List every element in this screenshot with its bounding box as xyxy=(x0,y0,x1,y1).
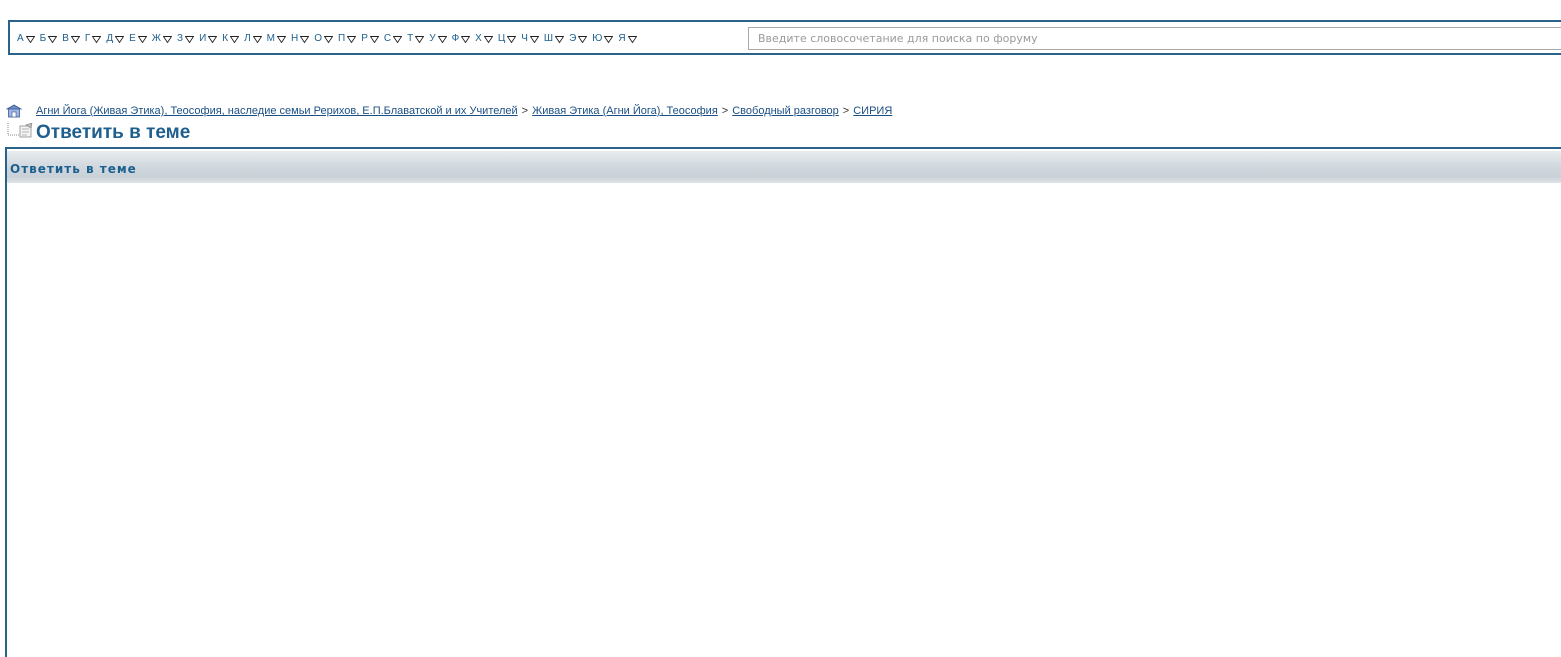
alphabet-letter-item[interactable]: П xyxy=(338,33,357,44)
triangle-down-icon xyxy=(415,35,425,43)
breadcrumb-separator: > xyxy=(721,105,729,117)
alphabet-search-bar: АБВГДЕЖЗИКЛМНОПРСТУФХЦЧШЭЮЯ xyxy=(8,20,1561,55)
alphabet-letter-item[interactable]: Б xyxy=(40,34,58,44)
alphabet-letter-item[interactable]: Ж xyxy=(151,33,173,44)
alphabet-letter: П xyxy=(338,33,346,44)
alphabet-letter-item[interactable]: К xyxy=(222,33,240,44)
alphabet-letter-item[interactable]: А xyxy=(17,34,35,44)
alphabet-letter: Ч xyxy=(521,33,528,44)
alphabet-letter: Р xyxy=(361,33,368,44)
page-title-row: Ответить в теме xyxy=(6,121,190,145)
triangle-down-icon xyxy=(276,35,286,43)
alphabet-letter-item[interactable]: Р xyxy=(361,34,379,44)
triangle-down-icon xyxy=(48,35,58,43)
reply-panel-title: Ответить в теме xyxy=(10,162,137,176)
triangle-down-icon xyxy=(483,35,493,43)
breadcrumb-topic[interactable]: СИРИЯ xyxy=(853,105,892,117)
triangle-down-icon xyxy=(507,35,517,43)
alphabet-letter: Н xyxy=(290,33,299,44)
alphabet-letter-item[interactable]: М xyxy=(267,34,286,44)
breadcrumb-category[interactable]: Живая Этика (Агни Йога), Теософия xyxy=(532,105,718,117)
alphabet-letter: Э xyxy=(569,33,577,44)
forum-search-input[interactable] xyxy=(748,27,1561,50)
alphabet-letter-item[interactable]: Я xyxy=(618,33,637,44)
alphabet-letter-item[interactable]: З xyxy=(177,33,195,44)
alphabet-letter: Я xyxy=(618,33,626,44)
reply-panel: Ответить в теме xyxy=(5,147,1561,657)
alphabet-letter: И xyxy=(199,33,207,44)
triangle-down-icon xyxy=(25,35,35,43)
alphabet-letter-item[interactable]: Ц xyxy=(497,33,517,44)
triangle-down-icon xyxy=(115,35,125,43)
breadcrumb-subforum[interactable]: Свободный разговор xyxy=(732,105,839,117)
alphabet-letter: Т xyxy=(407,33,414,44)
tree-branch-reply-icon xyxy=(7,123,33,138)
alphabet-letter: З xyxy=(177,33,184,44)
alphabet-letter-item[interactable]: Д xyxy=(106,33,125,44)
triangle-down-icon xyxy=(393,35,403,43)
triangle-down-icon xyxy=(300,35,310,43)
alphabet-letter: Г xyxy=(84,33,91,44)
breadcrumb-separator: > xyxy=(521,105,529,117)
breadcrumb-forum-root[interactable]: Агни Йога (Живая Этика), Теософия, насле… xyxy=(36,105,518,117)
forum-home-icon[interactable] xyxy=(6,104,22,118)
alphabet-letter-item[interactable]: Т xyxy=(407,33,425,44)
alphabet-letter-item[interactable]: Ю xyxy=(592,33,614,44)
triangle-down-icon xyxy=(185,35,195,43)
alphabet-letter: Ю xyxy=(592,33,603,44)
alphabet-letter: Л xyxy=(244,33,251,44)
triangle-down-icon xyxy=(604,35,614,43)
alphabet-letter: А xyxy=(17,33,24,44)
reply-panel-header: Ответить в теме xyxy=(7,151,1561,183)
breadcrumb-separator: > xyxy=(842,105,850,117)
triangle-down-icon xyxy=(369,35,379,43)
triangle-down-icon xyxy=(70,35,80,43)
alphabet-letter: Ж xyxy=(151,33,162,44)
alphabet-letter-item[interactable]: У xyxy=(429,33,447,44)
alphabet-letter: Б xyxy=(39,33,47,44)
triangle-down-icon xyxy=(461,35,471,43)
triangle-down-icon xyxy=(437,35,447,43)
alphabet-letter-item[interactable]: И xyxy=(199,33,218,44)
triangle-down-icon xyxy=(137,35,147,43)
triangle-down-icon xyxy=(208,35,218,43)
triangle-down-icon xyxy=(578,35,588,43)
alphabet-letter-item[interactable]: Ш xyxy=(543,33,565,44)
alphabet-letter: У xyxy=(429,33,436,44)
alphabet-letter-item[interactable]: Л xyxy=(244,34,262,44)
alphabet-index: АБВГДЕЖЗИКЛМНОПРСТУФХЦЧШЭЮЯ xyxy=(17,32,642,46)
alphabet-letter: В xyxy=(62,33,69,44)
alphabet-letter-item[interactable]: О xyxy=(314,34,333,44)
alphabet-letter: О xyxy=(314,33,322,44)
triangle-down-icon xyxy=(555,35,565,43)
alphabet-letter: Ф xyxy=(451,33,460,44)
alphabet-letter-item[interactable]: Г xyxy=(84,33,102,44)
alphabet-letter: М xyxy=(266,33,275,44)
page-title: Ответить в теме xyxy=(36,122,191,143)
alphabet-letter-item[interactable]: Х xyxy=(475,34,493,44)
alphabet-letter: Д xyxy=(106,33,114,44)
alphabet-letter-item[interactable]: В xyxy=(62,34,80,44)
triangle-down-icon xyxy=(163,35,173,43)
alphabet-letter: Ш xyxy=(543,33,554,44)
breadcrumb: Агни Йога (Живая Этика), Теософия, насле… xyxy=(6,103,892,119)
triangle-down-icon xyxy=(92,35,102,43)
triangle-down-icon xyxy=(324,35,333,43)
alphabet-letter-item[interactable]: Е xyxy=(129,34,147,44)
triangle-down-icon xyxy=(627,35,637,43)
triangle-down-icon xyxy=(347,35,357,43)
alphabet-letter: Ц xyxy=(497,33,506,44)
alphabet-letter-item[interactable]: Ч xyxy=(521,34,539,44)
alphabet-letter: Х xyxy=(475,33,482,44)
alphabet-letter-item[interactable]: Н xyxy=(290,33,310,44)
alphabet-letter: Е xyxy=(129,33,136,44)
alphabet-letter-item[interactable]: Ф xyxy=(452,34,471,44)
triangle-down-icon xyxy=(230,35,240,43)
alphabet-letter: С xyxy=(383,33,392,44)
alphabet-letter-item[interactable]: С xyxy=(383,33,403,44)
alphabet-letter: К xyxy=(222,33,229,44)
triangle-down-icon xyxy=(252,35,262,43)
alphabet-letter-item[interactable]: Э xyxy=(569,33,588,44)
triangle-down-icon xyxy=(529,35,539,43)
